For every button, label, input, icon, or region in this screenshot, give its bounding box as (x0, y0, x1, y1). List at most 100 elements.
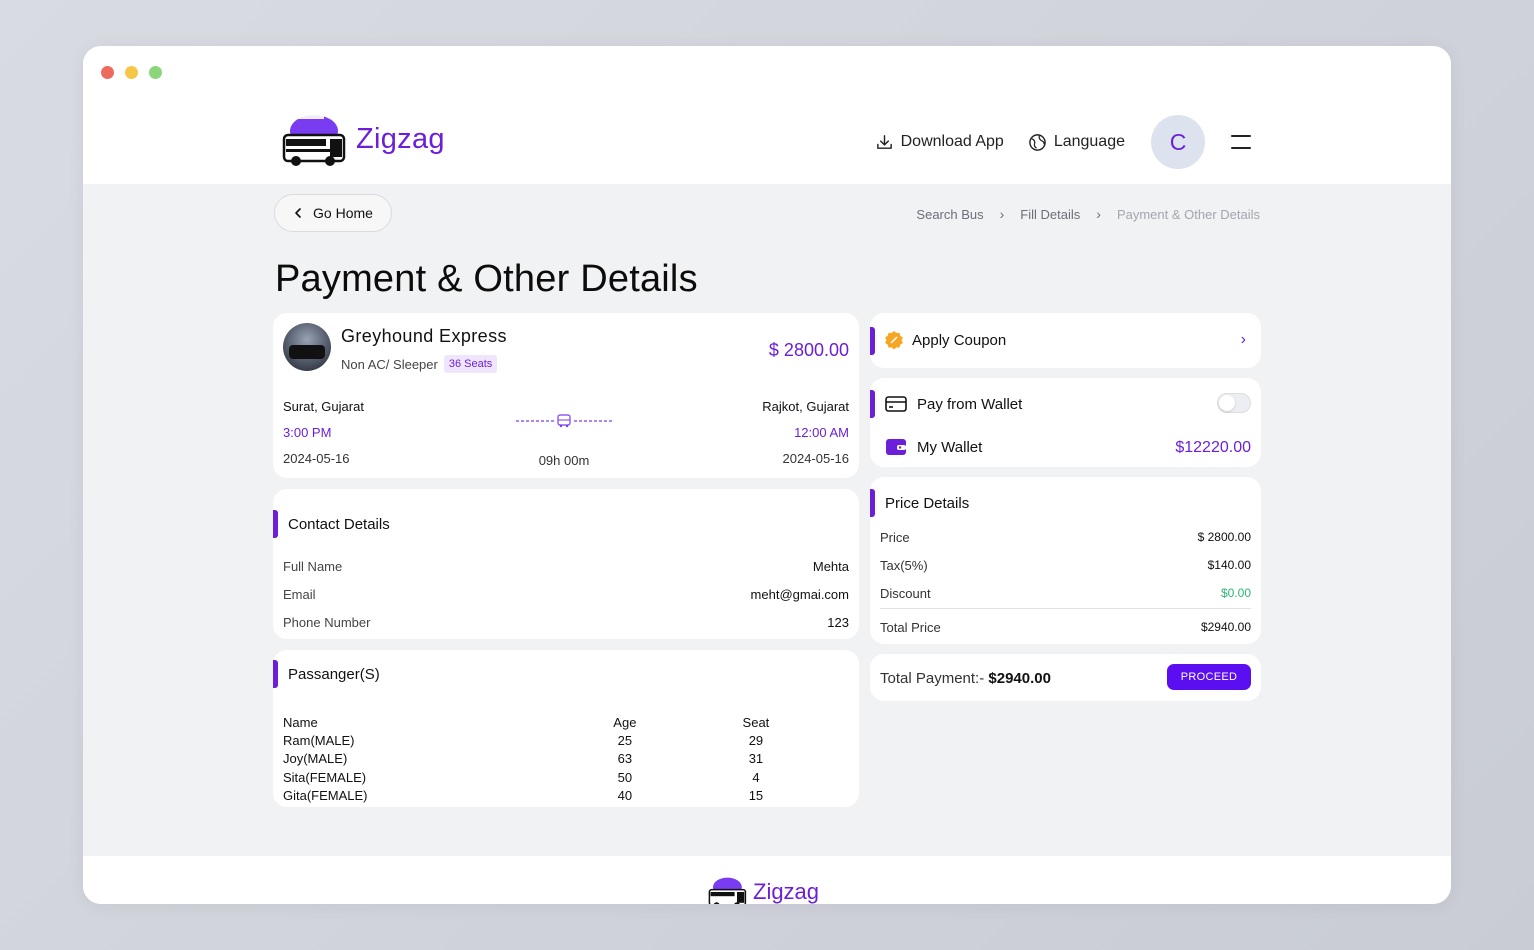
my-wallet-label: My Wallet (917, 438, 983, 456)
chevron-right-icon: › (1096, 206, 1101, 222)
section-accent (870, 327, 875, 355)
credit-card-icon (885, 396, 907, 412)
passenger-seat: 15 (748, 787, 764, 803)
coupon-row: Apply Coupon (884, 330, 1006, 350)
passengers-title: Passanger(S) (288, 666, 380, 683)
trip-duration: 09h 00m (538, 453, 590, 468)
breadcrumb-search-bus[interactable]: Search Bus (916, 207, 983, 222)
hamburger-icon[interactable] (1231, 135, 1251, 149)
contact-details-title: Contact Details (288, 516, 390, 533)
bus-logo-icon (708, 877, 747, 904)
window-controls (101, 66, 162, 79)
email-label: Email (283, 587, 316, 602)
bus-logo-icon (282, 115, 346, 166)
section-accent (273, 510, 278, 538)
price-value: $ 2800.00 (1197, 530, 1251, 544)
passenger-age: 25 (617, 732, 633, 748)
tax-label: Tax(5%) (880, 558, 928, 573)
wallet-card: Pay from Wallet My Wallet $12220.00 (870, 378, 1261, 467)
breadcrumb: Search Bus › Fill Details › Payment & Ot… (916, 206, 1260, 222)
pay-from-wallet-toggle[interactable] (1217, 393, 1251, 413)
column-header-name: Name (283, 714, 318, 730)
contact-row-email: Email meht@gmai.com (283, 587, 849, 602)
bus-name: Greyhound Express (341, 326, 507, 346)
user-avatar[interactable]: C (1151, 115, 1205, 169)
full-name-label: Full Name (283, 559, 343, 574)
departure-time: 3:00 PM (283, 425, 332, 440)
go-home-button[interactable]: Go Home (274, 194, 392, 232)
passenger-seat: 4 (752, 769, 760, 785)
contact-details-card: Contact Details Full Name Mehta Email me… (273, 489, 859, 639)
footer: Zigzag (83, 856, 1451, 904)
bus-price: $ 2800.00 (768, 340, 849, 360)
passenger-name: Ram(MALE) (283, 732, 355, 748)
bus-type: Non AC/ Sleeper (341, 356, 438, 372)
section-accent (870, 489, 875, 517)
total-payment-amount: $2940.00 (988, 670, 1051, 687)
section-accent (870, 390, 875, 418)
section-accent (273, 660, 278, 688)
email-value: meht@gmai.com (750, 587, 849, 602)
apply-coupon-label: Apply Coupon (912, 331, 1007, 349)
wallet-icon (886, 439, 906, 455)
passenger-name: Joy(MALE) (283, 751, 348, 767)
wallet-balance: $12220.00 (1175, 439, 1251, 456)
table-row: Sita(FEMALE) 50 4 (283, 768, 849, 786)
tax-row: Tax(5%) $140.00 (880, 558, 1251, 573)
my-wallet-row: My Wallet (885, 437, 982, 457)
passenger-seat: 29 (748, 732, 764, 748)
download-app-link[interactable]: Download App (875, 133, 1004, 152)
proceed-button[interactable]: PROCEED (1167, 664, 1251, 690)
discount-value: $0.00 (1220, 586, 1251, 600)
footer-brand-name: Zigzag (753, 879, 820, 904)
pay-from-wallet-label: Pay from Wallet (917, 395, 1023, 413)
chevron-right-icon: › (999, 206, 1005, 222)
passenger-name: Gita(FEMALE) (283, 787, 368, 803)
bus-type-row: Non AC/ Sleeper 36 Seats (341, 355, 498, 373)
price-details-title: Price Details (885, 495, 970, 512)
pay-from-wallet-row: Pay from Wallet (885, 395, 1022, 413)
browser-window: Zigzag Download App Language C Go Home S… (83, 46, 1451, 904)
close-window-button[interactable] (101, 66, 114, 79)
table-row: Gita(FEMALE) 40 15 (283, 786, 849, 804)
total-payment: Total Payment:- $2940.00 (880, 670, 1051, 687)
total-price-value: $2940.00 (1200, 620, 1251, 634)
passenger-name: Sita(FEMALE) (283, 769, 367, 785)
header-bar: Zigzag Download App Language C (83, 46, 1451, 184)
breadcrumb-fill-details[interactable]: Fill Details (1020, 207, 1080, 222)
price-details-card: Price Details Price $ 2800.00 Tax(5%) $1… (870, 477, 1261, 644)
apply-coupon-button[interactable]: Apply Coupon › (870, 313, 1261, 368)
bus-image (283, 323, 331, 371)
maximize-window-button[interactable] (149, 66, 162, 79)
brand-name: Zigzag (356, 122, 445, 155)
origin-city: Surat, Gujarat (283, 399, 364, 414)
go-home-label: Go Home (313, 205, 373, 221)
passenger-age: 50 (617, 769, 633, 785)
full-name-value: Mehta (812, 559, 849, 574)
breadcrumb-current: Payment & Other Details (1116, 206, 1260, 222)
departure-date: 2024-05-16 (283, 451, 350, 466)
passenger-seat: 31 (748, 751, 764, 767)
language-selector[interactable]: Language (1028, 133, 1125, 152)
passenger-age: 40 (617, 787, 633, 803)
top-nav: Download App Language C (875, 115, 1251, 169)
footer-brand-logo[interactable]: Zigzag (707, 874, 819, 904)
column-header-seat: Seat (742, 714, 770, 730)
coupon-badge-icon (885, 331, 903, 350)
tax-value: $140.00 (1207, 558, 1251, 572)
price-row: Price $ 2800.00 (880, 530, 1251, 545)
table-header-row: Name Age Seat (283, 713, 849, 731)
contact-row-name: Full Name Mehta (283, 559, 849, 574)
minimize-window-button[interactable] (125, 66, 138, 79)
price-label: Price (880, 530, 910, 545)
brand-logo[interactable]: Zigzag (280, 109, 445, 169)
table-row: Joy(MALE) 63 31 (283, 750, 849, 768)
phone-label: Phone Number (283, 615, 371, 630)
phone-value: 123 (827, 615, 849, 630)
passengers-table: Name Age Seat Ram(MALE) 25 29 Joy(MALE) … (283, 713, 849, 804)
passenger-age: 63 (617, 751, 633, 767)
chevron-right-icon: › (1240, 331, 1246, 348)
globe-icon (1029, 133, 1046, 151)
column-header-age: Age (613, 714, 637, 730)
discount-label: Discount (880, 586, 931, 601)
